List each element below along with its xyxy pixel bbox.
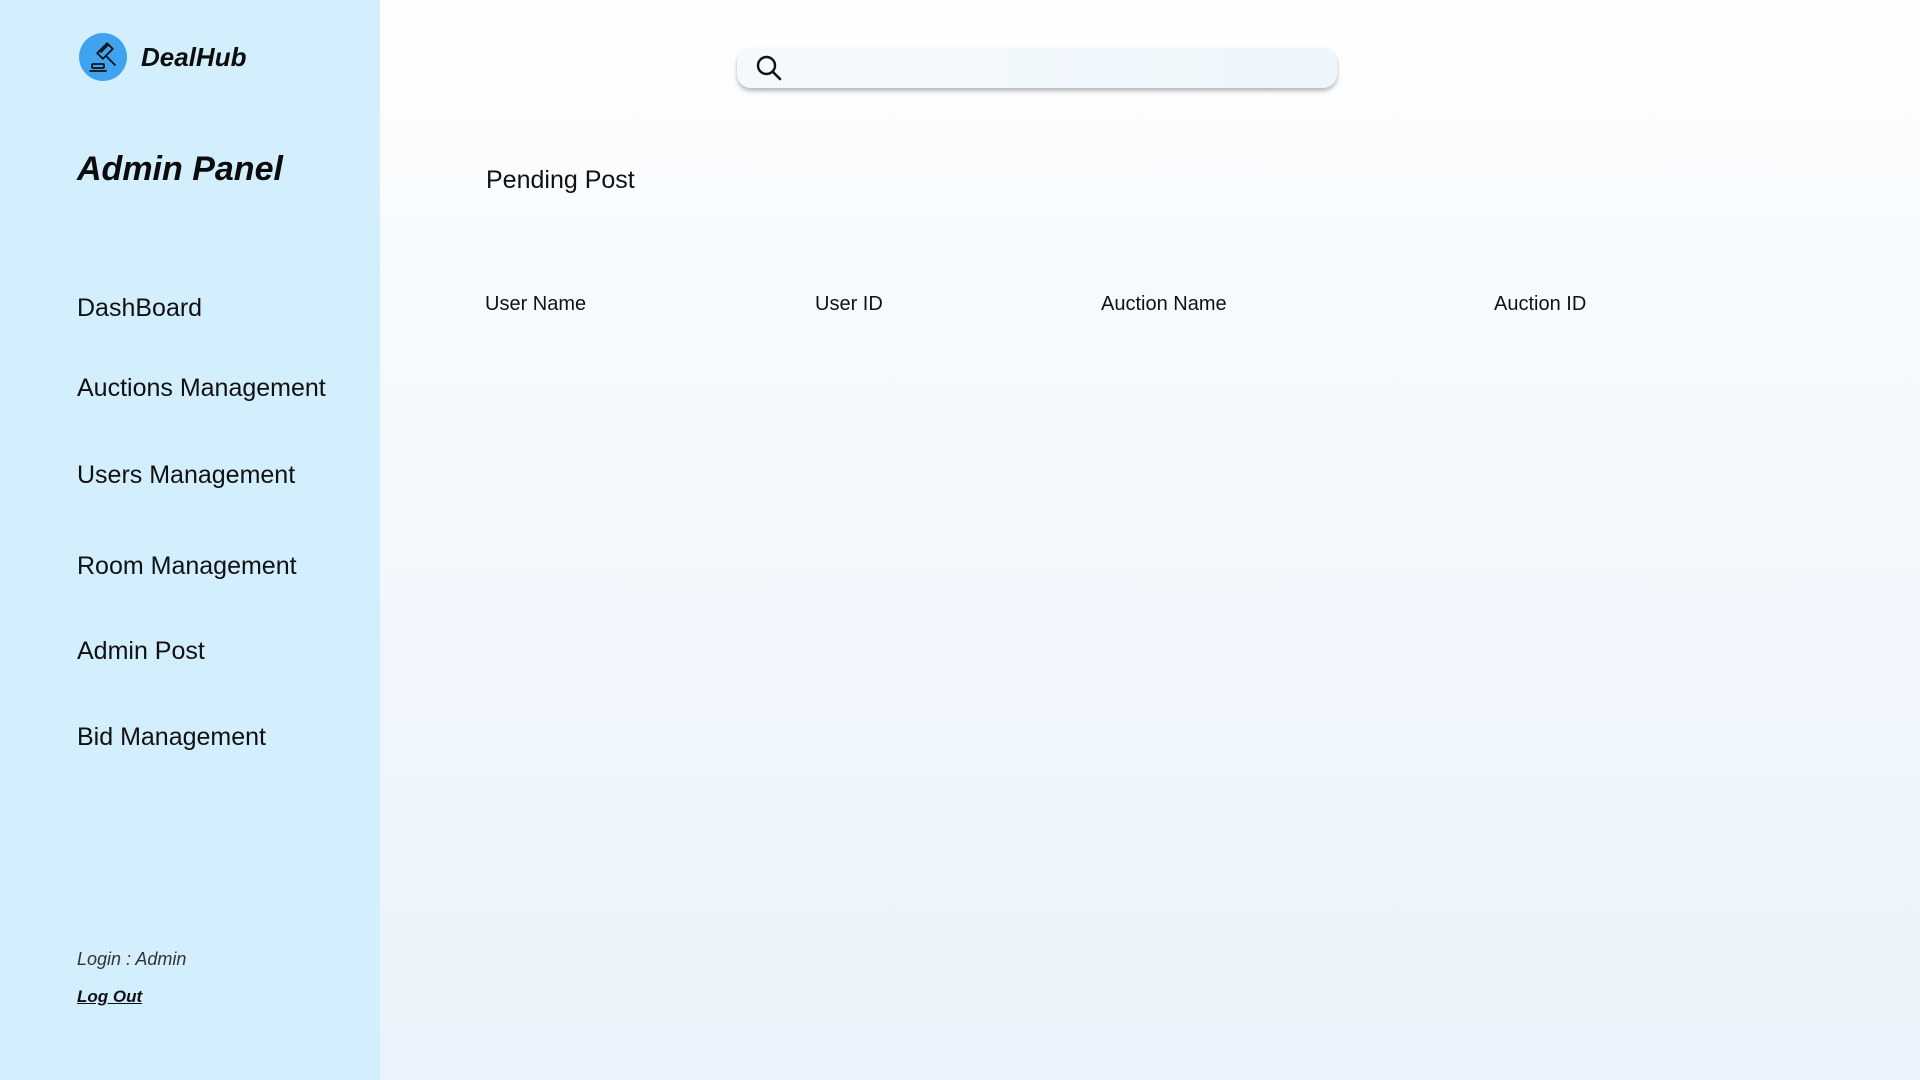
sidebar-item-users-management[interactable]: Users Management bbox=[77, 461, 295, 490]
column-header-auction-name[interactable]: Auction Name bbox=[1101, 293, 1227, 316]
column-header-auction-id[interactable]: Auction ID bbox=[1494, 293, 1586, 316]
search-input[interactable] bbox=[784, 48, 1337, 88]
page-title: Pending Post bbox=[486, 166, 635, 194]
sidebar-item-room-management[interactable]: Room Management bbox=[77, 552, 297, 581]
search-bar[interactable] bbox=[737, 48, 1337, 88]
sidebar-item-auctions-management[interactable]: Auctions Management bbox=[77, 374, 326, 403]
sidebar-item-admin-post[interactable]: Admin Post bbox=[77, 637, 205, 666]
panel-title: Admin Panel bbox=[77, 150, 283, 188]
gavel-icon bbox=[79, 33, 127, 81]
login-info: Login : Admin bbox=[77, 949, 187, 969]
sidebar-item-bid-management[interactable]: Bid Management bbox=[77, 723, 266, 752]
column-header-user-name[interactable]: User Name bbox=[485, 293, 586, 316]
sidebar-item-dashboard[interactable]: DashBoard bbox=[77, 294, 202, 323]
app-window: DealHub Admin Panel DashBoard Auctions M… bbox=[0, 0, 1920, 1080]
logout-link[interactable]: Log Out bbox=[77, 987, 142, 1007]
column-header-user-id[interactable]: User ID bbox=[815, 293, 883, 316]
search-icon[interactable] bbox=[754, 53, 784, 83]
brand[interactable]: DealHub bbox=[79, 33, 246, 81]
sidebar: DealHub Admin Panel DashBoard Auctions M… bbox=[0, 0, 380, 1080]
brand-name: DealHub bbox=[141, 41, 247, 72]
